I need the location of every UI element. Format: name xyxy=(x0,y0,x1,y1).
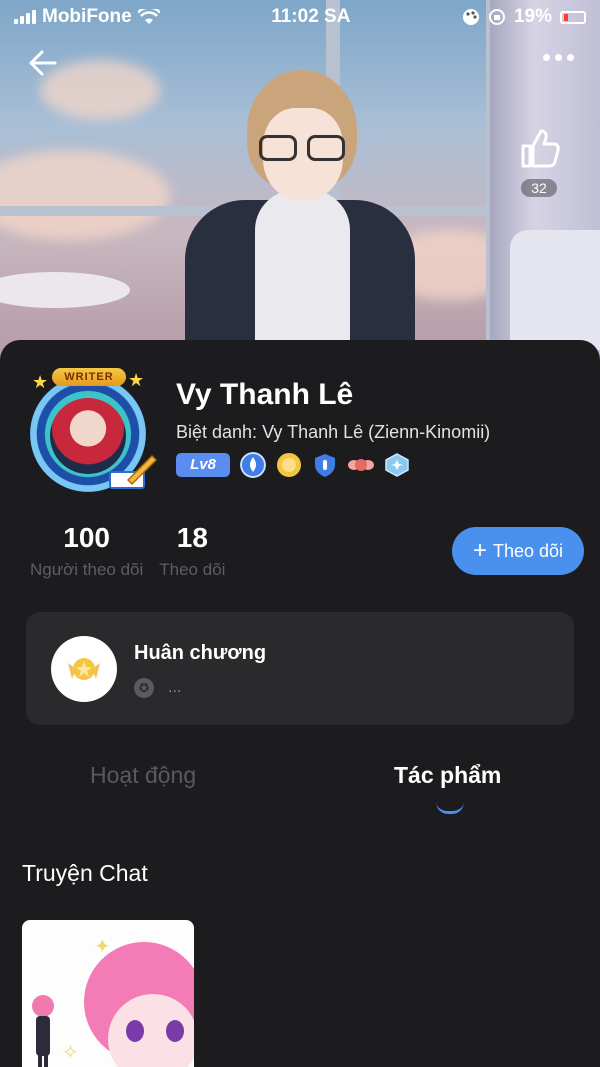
following-label: Theo dõi xyxy=(159,560,226,579)
like-button[interactable]: 32 xyxy=(514,126,564,200)
sparkle-icon: ✧ xyxy=(62,1042,79,1064)
medals-card[interactable]: Huân chương ✪ ... xyxy=(26,612,574,725)
signal-icon xyxy=(14,10,36,24)
followers-stat[interactable]: 100 Người theo dõi xyxy=(30,522,143,580)
carrier-name: MobiFone xyxy=(42,6,132,27)
profile-name: Vy Thanh Lê xyxy=(176,378,354,411)
battery-percent: 19% xyxy=(513,6,552,27)
badge-row: Lv8 xyxy=(176,452,410,478)
arrow-left-icon xyxy=(29,50,57,76)
nickname-value: Vy Thanh Lê (Zienn-Kinomii) xyxy=(262,422,491,442)
story-cover-figure xyxy=(32,995,54,1067)
active-tab-indicator xyxy=(436,802,464,814)
profile-tabs: Hoạt động Tác phẩm xyxy=(0,762,600,818)
medals-preview: ✪ ... xyxy=(134,678,181,698)
wings-medal-icon[interactable] xyxy=(348,452,374,478)
tab-activity[interactable]: Hoạt động xyxy=(90,762,196,789)
nickname: Biệt danh: Vy Thanh Lê (Zienn-Kinomii) xyxy=(176,422,490,443)
avatar[interactable]: WRITER ★ ★ xyxy=(18,368,158,498)
status-bar: MobiFone 11:02 SA 19% xyxy=(0,0,600,34)
palette-icon xyxy=(462,9,479,25)
writer-badge: WRITER xyxy=(52,368,126,386)
thumbs-up-icon xyxy=(521,129,560,168)
followers-label: Người theo dõi xyxy=(30,560,144,579)
crystal-medal-icon[interactable] xyxy=(384,452,410,478)
shield-medal-icon[interactable] xyxy=(312,452,338,478)
pen-book-icon xyxy=(109,454,158,489)
character-illustration xyxy=(185,70,415,360)
following-stat[interactable]: 18 Theo dõi xyxy=(159,522,225,580)
blue-flame-medal-icon[interactable] xyxy=(240,452,266,478)
profile-panel: WRITER ★ ★ Vy Thanh Lê Biệt danh: Vy Tha… xyxy=(0,340,600,1067)
medals-title: Huân chương xyxy=(134,642,267,664)
tab-works[interactable]: Tác phẩm xyxy=(394,762,501,789)
stats-row: 100 Người theo dõi 18 Theo dõi xyxy=(30,522,225,580)
couch-decoration xyxy=(510,230,600,350)
like-count: 32 xyxy=(521,179,557,197)
star-icon: ★ xyxy=(128,370,145,390)
wifi-icon xyxy=(137,9,160,24)
plus-icon: + xyxy=(472,537,487,564)
story-cover-eye xyxy=(166,1020,184,1042)
table-decoration xyxy=(0,272,130,308)
follow-button[interactable]: + Theo dõi xyxy=(452,527,584,575)
more-options-button[interactable] xyxy=(543,54,574,61)
sun-medal-icon[interactable] xyxy=(276,452,302,478)
story-cover-eye xyxy=(126,1020,144,1042)
profile-banner xyxy=(0,0,600,360)
medal-placeholder-icon: ✪ xyxy=(134,678,154,698)
story-card[interactable]: ✦ ✧ xyxy=(22,920,194,1067)
level-badge[interactable]: Lv8 xyxy=(176,453,230,477)
battery-icon xyxy=(560,10,586,24)
section-title: Truyện Chat xyxy=(22,860,148,886)
followers-count: 100 xyxy=(63,522,110,553)
sparkle-icon: ✦ xyxy=(94,936,111,958)
medal-icon xyxy=(51,636,117,702)
clock: 11:02 SA xyxy=(271,6,351,27)
cloud-decoration xyxy=(0,150,170,240)
rotation-lock-icon xyxy=(488,9,505,25)
more-dots-icon xyxy=(543,54,550,61)
star-icon: ★ xyxy=(32,372,49,392)
following-count: 18 xyxy=(176,522,208,553)
nickname-label: Biệt danh: xyxy=(176,422,258,442)
medals-ellipsis: ... xyxy=(168,679,182,696)
back-button[interactable] xyxy=(28,48,68,88)
follow-button-label: Theo dõi xyxy=(492,540,564,561)
